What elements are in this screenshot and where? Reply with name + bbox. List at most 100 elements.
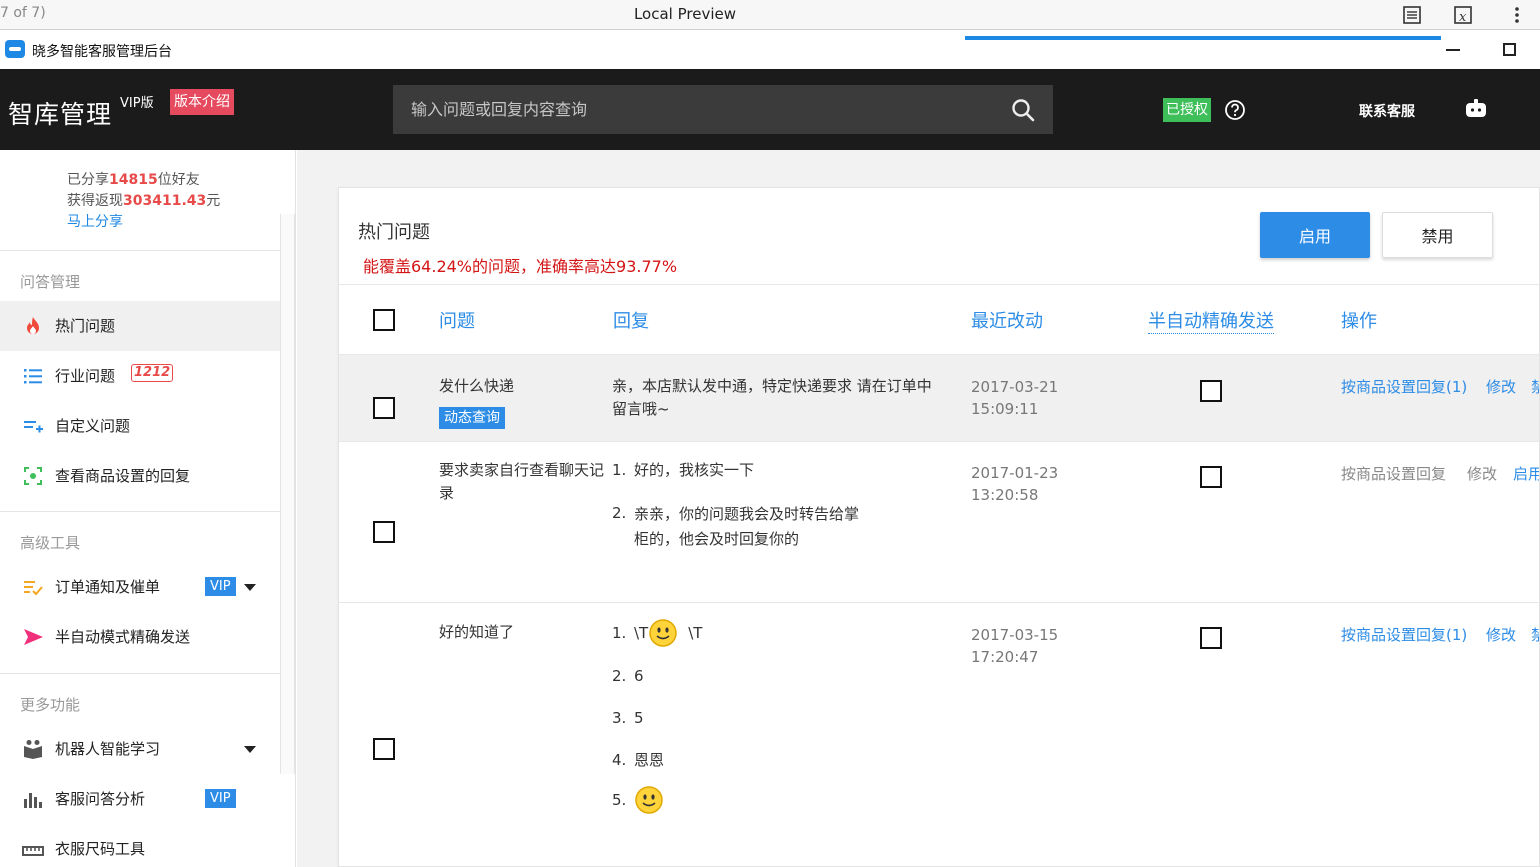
last-modified: 2017-01-23 13:20:58: [971, 462, 1071, 506]
share-text: 已分享: [67, 172, 109, 188]
column-question[interactable]: 问题: [439, 307, 475, 333]
table-row: 好的知道了 1. \T \T 2. 6 3. 5 4. 恩恩 5. 2017-0…: [339, 602, 1539, 866]
chevron-down-icon[interactable]: [244, 584, 256, 591]
modified-date: 2017-03-15: [971, 626, 1059, 644]
cashback-amount: 303411.43: [123, 193, 207, 209]
semi-auto-checkbox[interactable]: [1200, 627, 1222, 649]
preview-window-title: Local Preview: [633, 5, 737, 23]
flame-icon: [27, 317, 39, 334]
sidebar-item-robot-learning[interactable]: 机器人智能学习: [0, 724, 280, 774]
modified-time: 17:20:47: [971, 648, 1039, 666]
search-icon[interactable]: [1010, 97, 1036, 123]
reply-line-part: 柜的，他会及时回复你的: [634, 530, 800, 548]
app-window-title: 晓多智能客服管理后台: [32, 44, 172, 60]
semi-auto-checkbox[interactable]: [1200, 380, 1222, 402]
product-reply-link[interactable]: 按商品设置回复(1): [1341, 624, 1467, 645]
last-modified: 2017-03-15 17:20:47: [971, 624, 1071, 668]
sidebar-item-label: 订单通知及催单: [55, 578, 161, 596]
smiley-icon: [635, 786, 663, 814]
divider: [0, 511, 280, 512]
top-header: 智库管理 VIP版 版本介绍 已授权 联系客服: [0, 69, 1540, 150]
row-checkbox[interactable]: [373, 738, 395, 760]
sidebar-item-size-tool[interactable]: 衣服尺码工具: [0, 824, 280, 867]
version-intro-button[interactable]: 版本介绍: [170, 89, 234, 115]
preview-title-bar: 7 of 7) Local Preview x: [0, 0, 1540, 30]
dynamic-query-tag[interactable]: 动态查询: [439, 407, 505, 429]
svg-text:x: x: [1459, 10, 1467, 25]
minimize-icon[interactable]: [1446, 49, 1460, 51]
row-checkbox[interactable]: [373, 521, 395, 543]
sidebar-scrollbar[interactable]: [280, 214, 295, 774]
row-checkbox[interactable]: [373, 397, 395, 419]
edit-link[interactable]: 修改: [1467, 463, 1497, 484]
sidebar-item-label: 衣服尺码工具: [55, 840, 146, 858]
chat-bot-icon[interactable]: [1464, 98, 1488, 120]
reply-line: \T: [688, 623, 703, 642]
contact-support-link[interactable]: 联系客服: [1359, 101, 1415, 121]
sidebar-item-label: 热门问题: [55, 317, 116, 335]
reply-line: 亲亲，你的问题我会及时转告给掌 柜的，他会及时回复你的: [634, 502, 859, 552]
disable-link[interactable]: 禁: [1531, 624, 1539, 645]
column-semi-auto-send[interactable]: 半自动精确发送: [1148, 307, 1274, 334]
disable-button[interactable]: 禁用: [1382, 212, 1493, 258]
column-last-modified[interactable]: 最近改动: [971, 307, 1043, 333]
sidebar-item-industry-questions[interactable]: 行业问题 1212: [0, 351, 280, 401]
reply-line: 6: [634, 667, 644, 685]
question-text: 好的知道了: [439, 623, 515, 641]
divider: [0, 673, 280, 674]
reply-number: 4.: [612, 751, 627, 769]
section-more-features: 更多功能: [20, 696, 81, 714]
brand-title: 智库管理: [8, 100, 113, 129]
vip-badge: VIP: [205, 789, 236, 808]
edit-link[interactable]: 修改: [1486, 376, 1516, 397]
send-icon: [24, 629, 43, 645]
product-reply-link[interactable]: 按商品设置回复: [1341, 463, 1446, 484]
hot-questions-panel: 热门问题 能覆盖64.24%的问题，准确率高达93.77% 启用 禁用 问题 回…: [338, 187, 1540, 867]
column-reply[interactable]: 回复: [613, 307, 649, 333]
sidebar-item-order-notify[interactable]: 订单通知及催单 VIP: [0, 562, 280, 612]
maximize-icon[interactable]: [1503, 43, 1516, 56]
list-icon: [24, 369, 42, 384]
reader-view-icon[interactable]: [1401, 4, 1423, 26]
sidebar-item-semi-auto-send[interactable]: 半自动模式精确发送: [0, 612, 280, 662]
help-icon[interactable]: [1224, 99, 1246, 121]
smiley-icon: [649, 619, 677, 647]
reply-number: 1.: [612, 623, 627, 642]
sidebar-item-label: 半自动模式精确发送: [55, 628, 191, 646]
sidebar-item-product-replies[interactable]: 查看商品设置的回复: [0, 451, 280, 501]
sidebar-item-label: 自定义问题: [55, 417, 131, 435]
sidebar-item-label: 客服问答分析: [55, 790, 146, 808]
formula-icon[interactable]: x: [1452, 4, 1474, 26]
edit-link[interactable]: 修改: [1486, 624, 1516, 645]
modified-date: 2017-03-21: [971, 378, 1059, 396]
modified-date: 2017-01-23: [971, 464, 1059, 482]
cashback-text: 元: [206, 193, 221, 209]
bar-chart-icon: [24, 793, 42, 808]
coverage-stats: 能覆盖64.24%的问题，准确率高达93.77%: [363, 257, 678, 276]
reply-line-part: 亲亲，你的问题我会及时转告给掌: [634, 505, 860, 523]
sidebar-item-label: 行业问题: [55, 367, 116, 385]
chevron-down-icon[interactable]: [244, 746, 256, 753]
reply-line: 恩恩: [634, 751, 665, 769]
sidebar-item-qa-analysis[interactable]: 客服问答分析 VIP: [0, 774, 280, 824]
search-input[interactable]: [393, 85, 1053, 134]
authorized-badge: 已授权: [1163, 98, 1211, 122]
enable-button[interactable]: 启用: [1260, 212, 1370, 258]
reply-number: 2.: [612, 504, 627, 522]
disable-link[interactable]: 禁: [1531, 376, 1539, 397]
select-all-checkbox[interactable]: [373, 309, 395, 331]
enable-link[interactable]: 启用: [1513, 463, 1539, 484]
vip-badge: VIP: [205, 577, 236, 596]
sidebar-item-custom-questions[interactable]: 自定义问题: [0, 401, 280, 451]
reply-line: 5: [634, 709, 644, 727]
reply-line: 留言哦~: [612, 400, 670, 418]
share-now-link[interactable]: 马上分享: [67, 212, 220, 233]
reply-line: 好的，我核实一下: [634, 461, 755, 479]
semi-auto-checkbox[interactable]: [1200, 466, 1222, 488]
sidebar-item-hot-questions[interactable]: 热门问题: [0, 301, 280, 351]
app-logo-icon: [5, 40, 25, 58]
edition-label: VIP版: [120, 96, 154, 111]
product-reply-link[interactable]: 按商品设置回复(1): [1341, 376, 1467, 397]
ruler-icon: [22, 846, 44, 856]
more-options-icon[interactable]: [1506, 4, 1528, 26]
